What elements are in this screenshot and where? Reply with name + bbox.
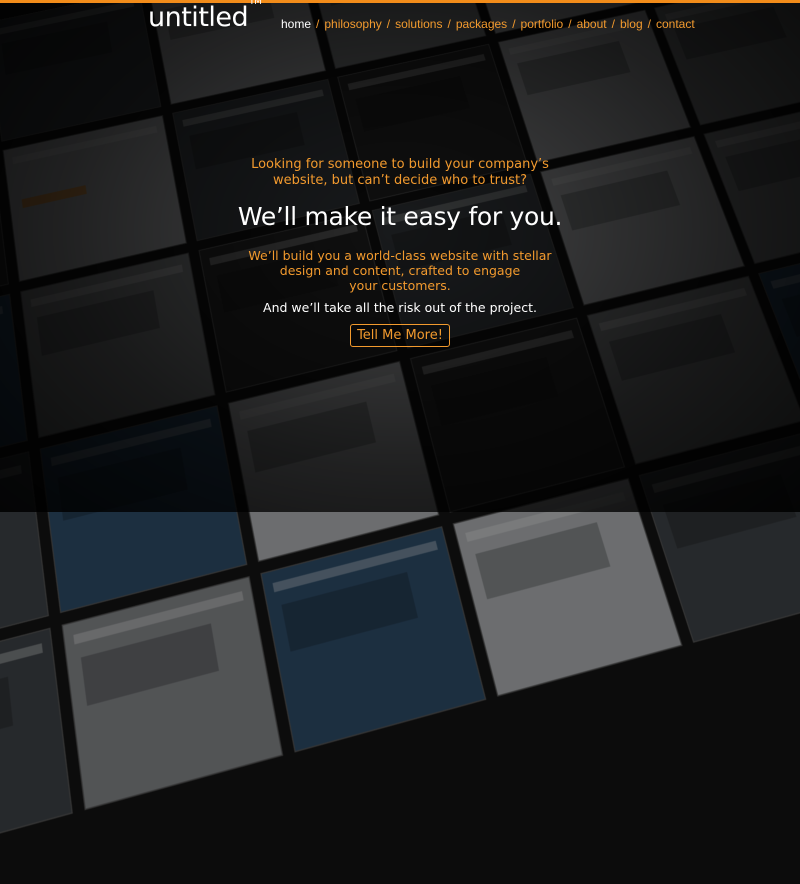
nav-home[interactable]: home — [281, 17, 311, 31]
screenshot-tile — [260, 526, 486, 752]
hero-subtext-line: design and content, crafted to engage — [200, 263, 600, 278]
nav-about[interactable]: about — [577, 17, 607, 31]
cta-container: Tell Me More! — [0, 324, 800, 347]
hero-question: Looking for someone to build your compan… — [200, 157, 600, 189]
nav-philosophy[interactable]: philosophy — [324, 17, 381, 31]
nav-solutions[interactable]: solutions — [395, 17, 442, 31]
screenshot-tile — [62, 576, 284, 810]
trademark-mark: TM — [249, 0, 261, 7]
hero-subtext-line: We’ll build you a world-class website wi… — [200, 248, 600, 263]
site-logo[interactable]: untitledTM — [148, 2, 261, 33]
main-nav: home / philosophy / solutions / packages / portf… — [281, 17, 695, 31]
logo-text: untitled — [148, 2, 248, 33]
nav-separator: / — [447, 17, 450, 31]
nav-separator: / — [612, 17, 615, 31]
nav-portfolio[interactable]: portfolio — [521, 17, 564, 31]
screenshot-tile — [0, 628, 73, 870]
nav-separator: / — [648, 17, 651, 31]
hero-headline: We’ll make it easy for you. — [150, 202, 650, 231]
accent-top-bar — [0, 0, 800, 3]
nav-separator: / — [512, 17, 515, 31]
nav-separator: / — [568, 17, 571, 31]
hero-subtext-line: your customers. — [200, 278, 600, 293]
hero-risk-statement: And we’ll take all the risk out of the p… — [200, 300, 600, 315]
nav-packages[interactable]: packages — [456, 17, 507, 31]
nav-separator: / — [316, 17, 319, 31]
hero-subtext: We’ll build you a world-class website wi… — [200, 248, 600, 293]
nav-separator: / — [387, 17, 390, 31]
hero-question-line: website, but can’t decide who to trust? — [200, 173, 600, 189]
tell-me-more-button[interactable]: Tell Me More! — [350, 324, 450, 347]
nav-blog[interactable]: blog — [620, 17, 643, 31]
nav-contact[interactable]: contact — [656, 17, 695, 31]
hero-question-line: Looking for someone to build your compan… — [200, 157, 600, 173]
